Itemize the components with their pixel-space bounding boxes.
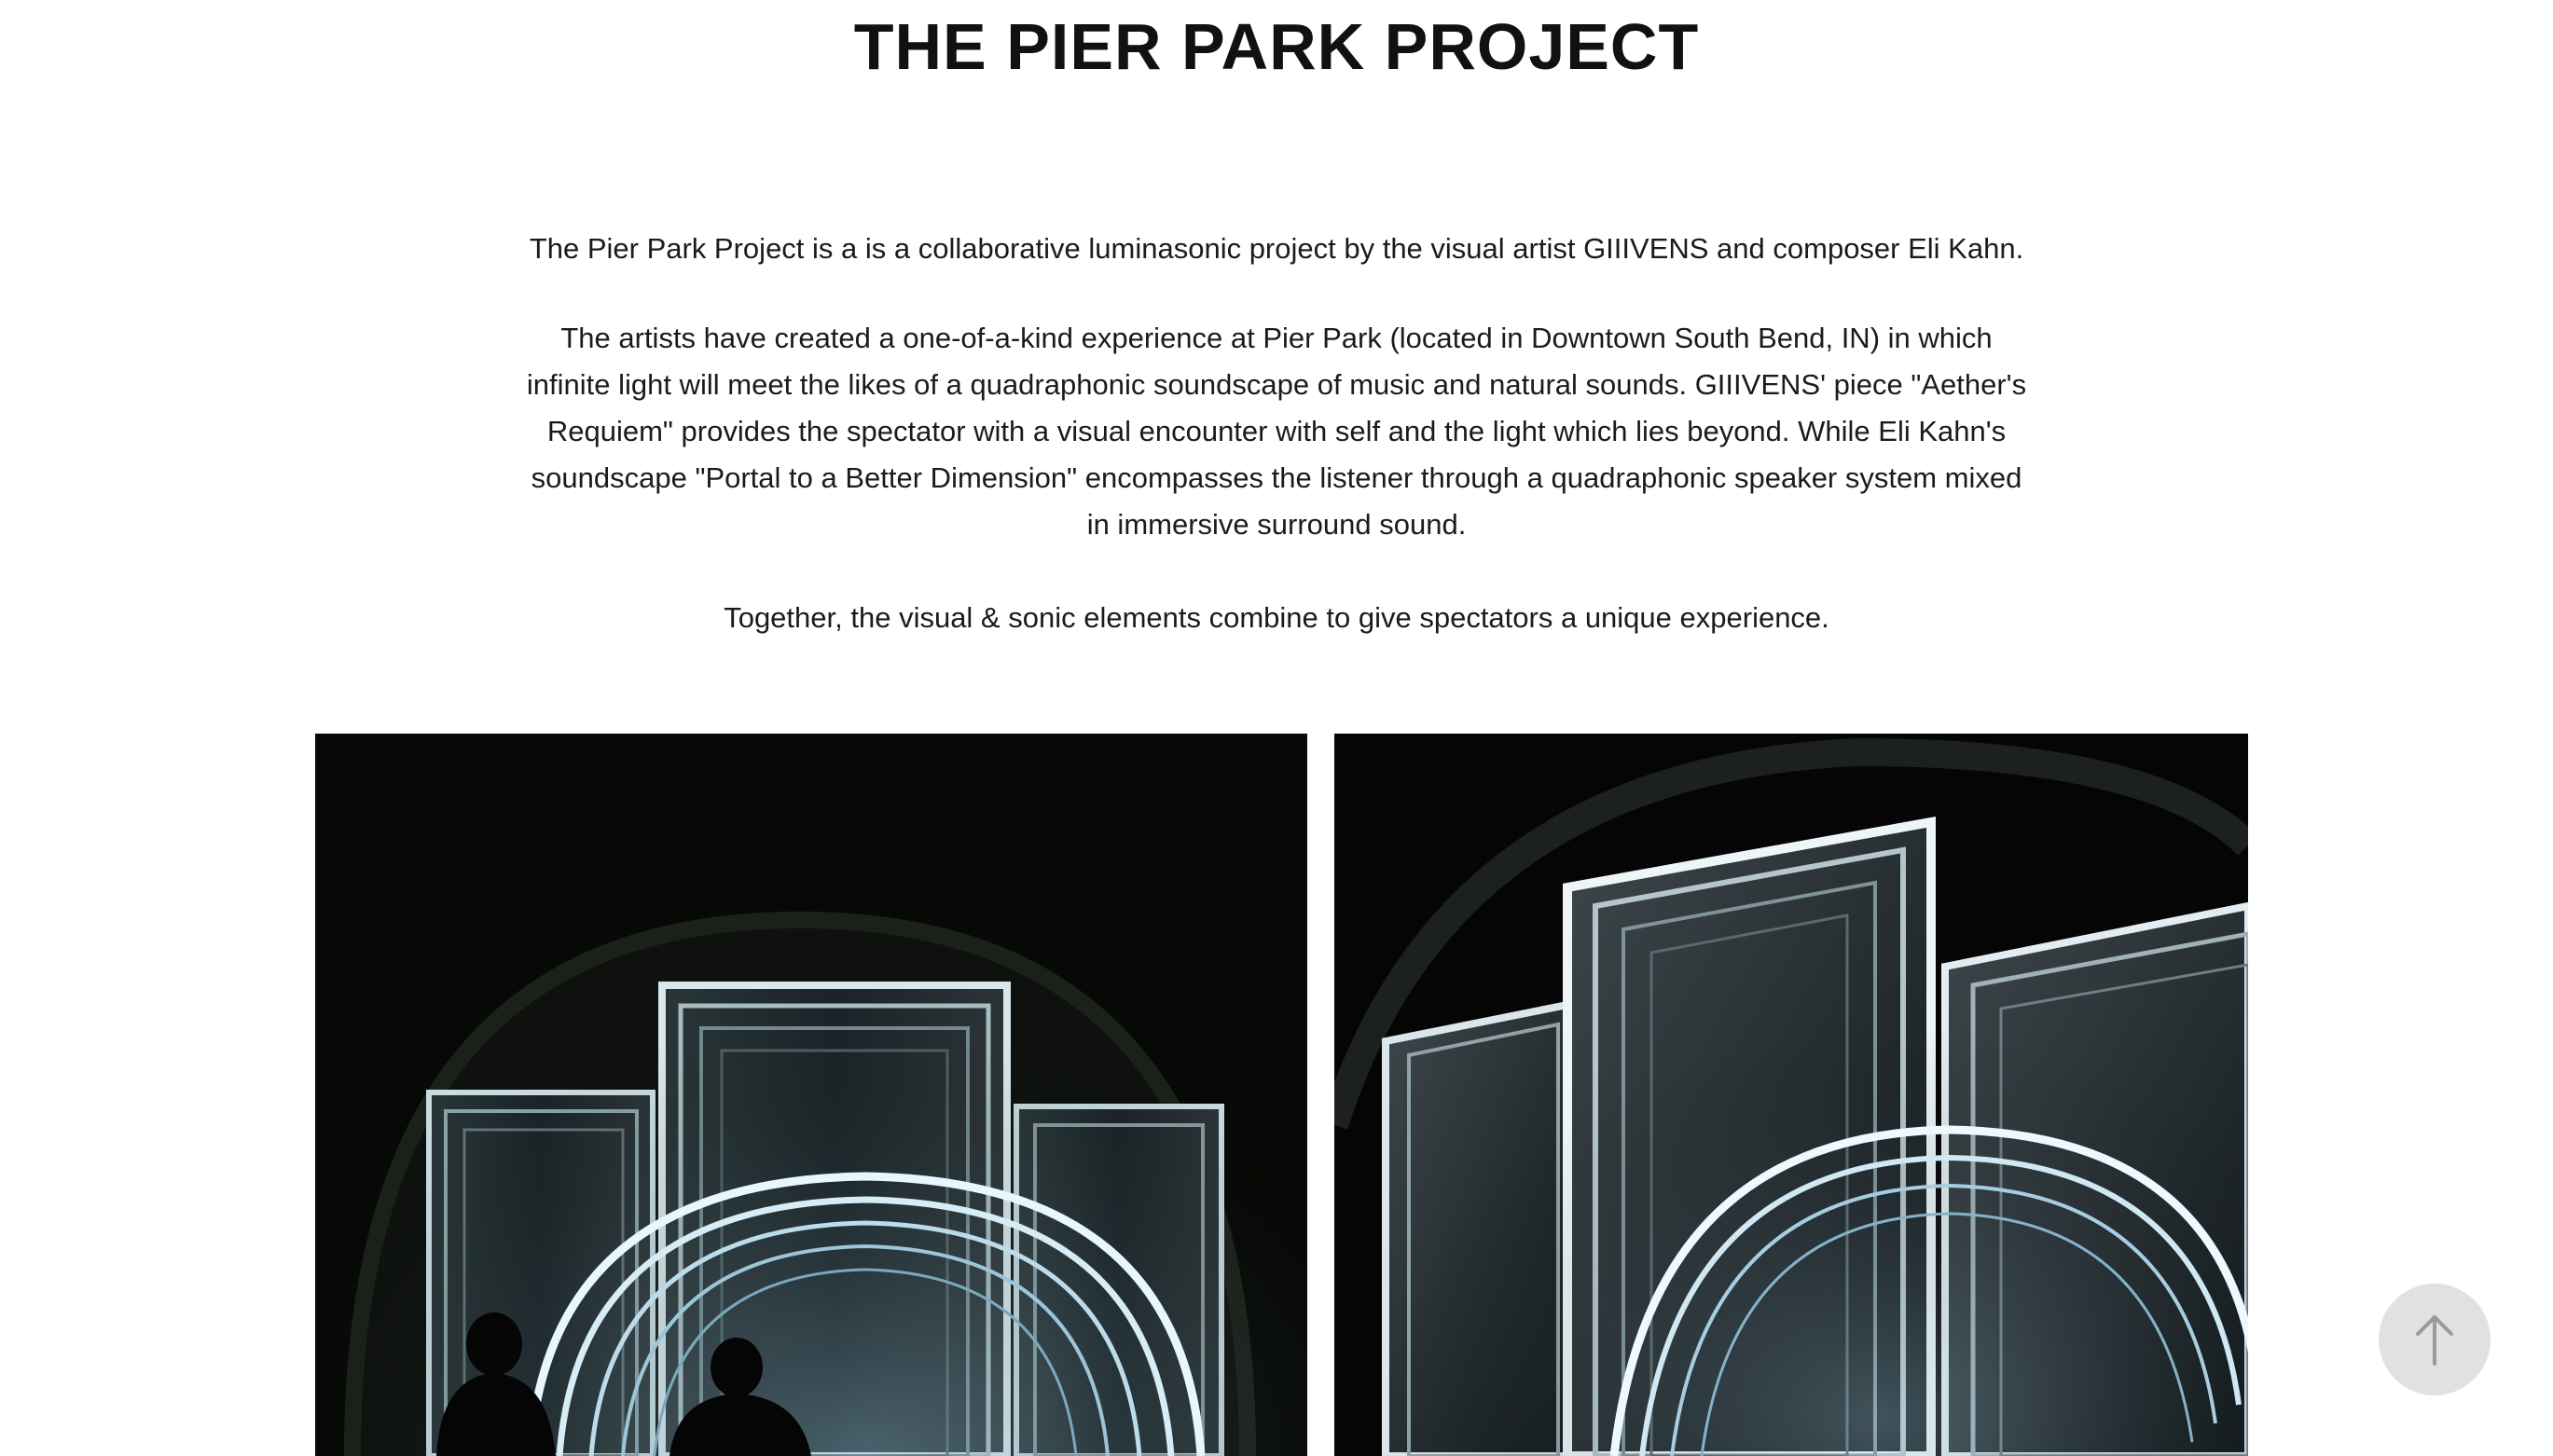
intro-paragraph: The Pier Park Project is a is a collabor…	[529, 232, 2024, 265]
page-title: THE PIER PARK PROJECT	[853, 10, 1700, 83]
gallery-image-installation-mirrors[interactable]	[1334, 734, 2248, 1456]
arrow-up-icon	[2416, 1315, 2453, 1366]
description-paragraph: The artists have created a one-of-a-kind…	[526, 322, 2027, 541]
scroll-to-top-button[interactable]	[2379, 1284, 2491, 1395]
closing-paragraph: Together, the visual & sonic elements co…	[724, 601, 1829, 634]
gallery-image-installation-spectators[interactable]	[315, 734, 1307, 1456]
